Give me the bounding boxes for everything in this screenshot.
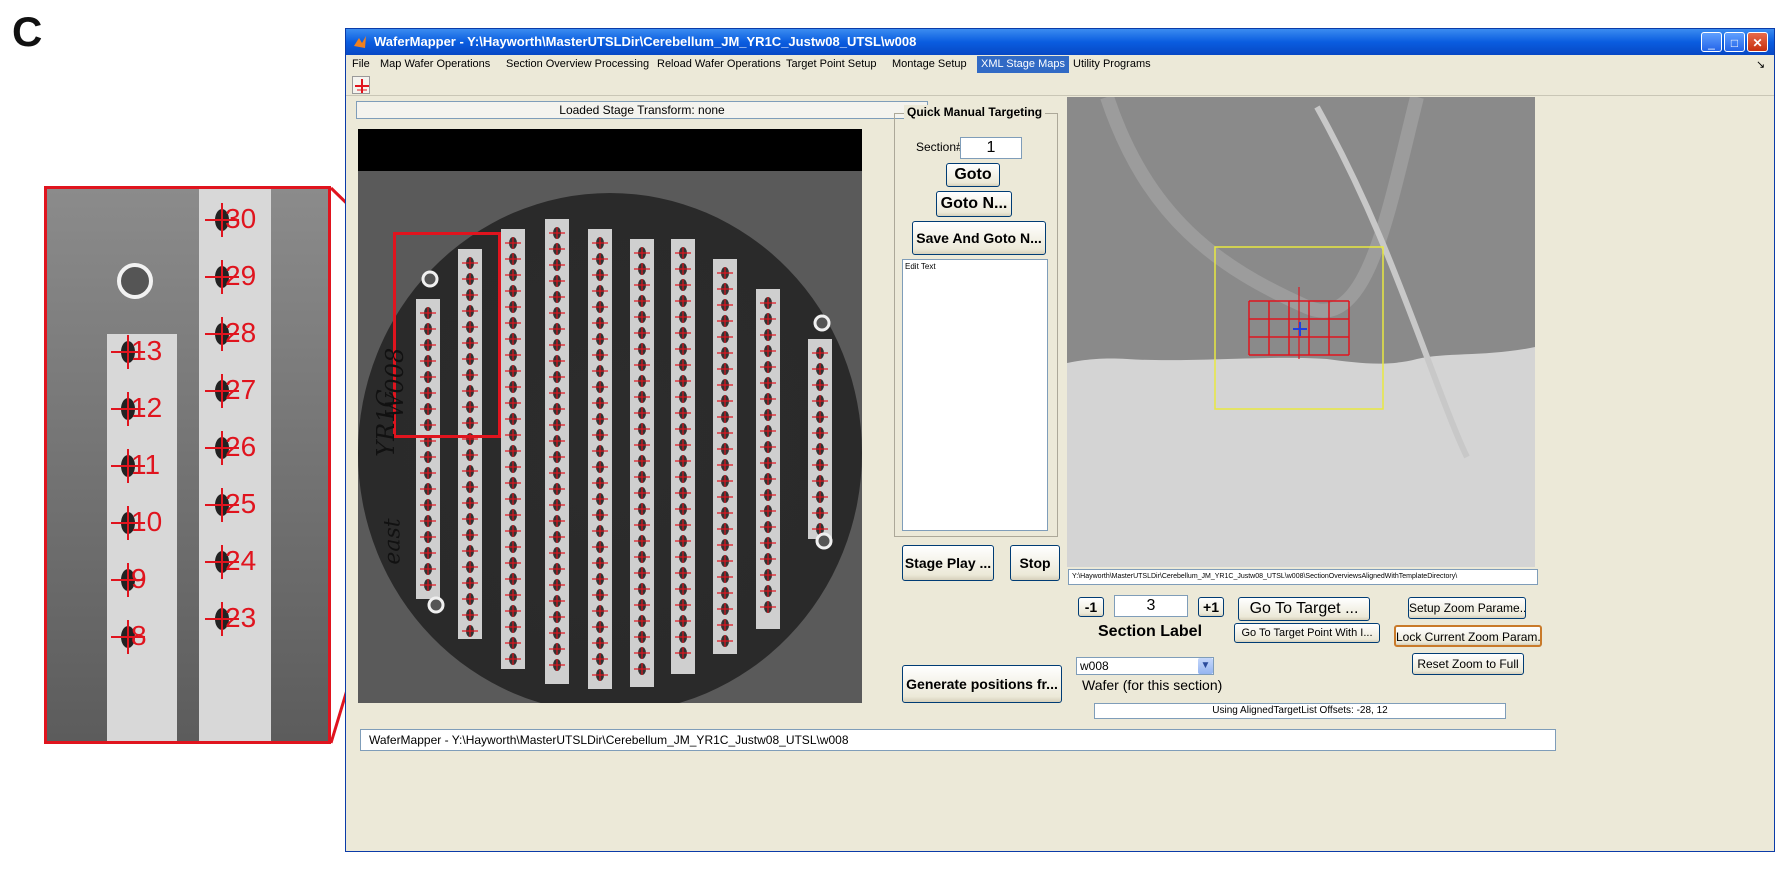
menu-reload-wafer-operations[interactable]: Reload Wafer Operations <box>657 58 781 70</box>
wafer-select-value: w008 <box>1080 659 1109 673</box>
section-number-label: Section# <box>916 140 963 154</box>
stage-play-button[interactable]: Stage Play ... <box>902 545 994 581</box>
fiducial-circle <box>427 596 445 614</box>
wafer-overview-image[interactable]: YR1C W008 east <box>358 129 862 703</box>
fiducial-circle <box>813 314 831 332</box>
section-minus-button[interactable]: -1 <box>1078 597 1104 617</box>
menu-file[interactable]: File <box>352 58 370 70</box>
section-number-input[interactable]: 1 <box>960 137 1022 159</box>
quick-targeting-title: Quick Manual Targeting <box>904 105 1046 119</box>
chevron-down-icon[interactable]: ▼ <box>1198 658 1213 674</box>
matlab-icon <box>354 36 366 48</box>
goto-button[interactable]: Goto <box>946 163 1000 187</box>
generate-positions-button[interactable]: Generate positions fr... <box>902 665 1062 703</box>
menu-montage-setup[interactable]: Montage Setup <box>892 58 967 70</box>
lock-zoom-button[interactable]: Lock Current Zoom Param... <box>1394 625 1542 647</box>
stage-transform-display: Loaded Stage Transform: none <box>356 101 928 119</box>
wafer-handwriting-2: W008 <box>381 347 410 419</box>
setup-zoom-button[interactable]: Setup Zoom Parame... <box>1408 597 1526 619</box>
status-bar: WaferMapper - Y:\Hayworth\MasterUTSLDir\… <box>360 729 1556 751</box>
close-button[interactable]: ✕ <box>1747 32 1768 52</box>
stop-button[interactable]: Stop <box>1010 545 1060 581</box>
crosshair-tool-button[interactable] <box>352 76 370 94</box>
section-label-caption: Section Label <box>1098 623 1203 640</box>
section-plus-button[interactable]: +1 <box>1198 597 1224 617</box>
section-overview-image[interactable] <box>1067 97 1535 567</box>
goto-n-button[interactable]: Goto N... <box>936 191 1012 217</box>
wafer-select-label: Wafer (for this section) <box>1082 677 1223 693</box>
wafer-handwriting-3: east <box>380 518 406 565</box>
window-title: WaferMapper - Y:\Hayworth\MasterUTSLDir\… <box>374 34 917 49</box>
reset-zoom-button[interactable]: Reset Zoom to Full <box>1412 653 1524 675</box>
title-bar[interactable]: WaferMapper - Y:\Hayworth\MasterUTSLDir\… <box>346 29 1774 55</box>
wafer-strip <box>588 229 612 689</box>
menu-xml-stage-maps[interactable]: XML Stage Maps <box>977 56 1069 73</box>
overview-path-display: Y:\Hayworth\MasterUTSLDir\Cerebellum_JM_… <box>1068 569 1538 585</box>
menu-target-point-setup[interactable]: Target Point Setup <box>786 58 877 70</box>
menu-utility-programs[interactable]: Utility Programs <box>1073 58 1151 70</box>
toolbar <box>346 74 1774 96</box>
save-and-goto-button[interactable]: Save And Goto N... <box>912 221 1046 255</box>
tissue-render <box>1067 97 1535 567</box>
wafer-select[interactable]: w008 <box>1076 657 1214 675</box>
edit-text-area[interactable]: Edit Text <box>902 259 1048 531</box>
go-to-target-point-button[interactable]: Go To Target Point With I... <box>1234 623 1380 643</box>
menu-bar: File Map Wafer Operations Section Overvi… <box>346 55 1774 74</box>
go-to-target-button[interactable]: Go To Target ... <box>1238 597 1370 621</box>
menu-section-overview-processing[interactable]: Section Overview Processing <box>506 58 649 70</box>
fiducial-circle <box>815 532 833 550</box>
menu-overflow-icon[interactable]: ↘ <box>1756 58 1765 71</box>
section-value-input[interactable]: 3 <box>1114 595 1188 617</box>
crosshair-icon <box>355 79 369 93</box>
maximize-button[interactable]: □ <box>1724 32 1745 52</box>
offsets-display: Using AlignedTargetList Offsets: -28, 12 <box>1094 703 1506 719</box>
minimize-button[interactable]: _ <box>1701 32 1722 52</box>
app-window: WaferMapper - Y:\Hayworth\MasterUTSLDir\… <box>345 28 1775 852</box>
menu-map-wafer-operations[interactable]: Map Wafer Operations <box>380 58 490 70</box>
